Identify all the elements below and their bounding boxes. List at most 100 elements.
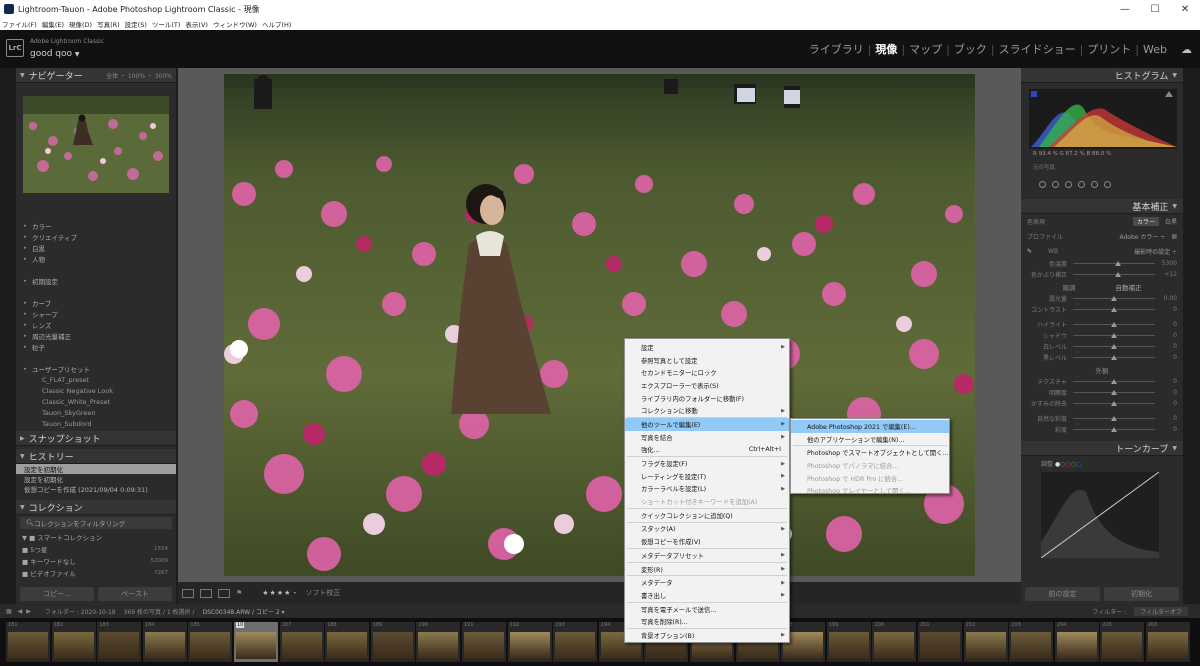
filmstrip-thumbnail[interactable]: 181 — [6, 622, 50, 662]
slider-thumb[interactable] — [1115, 272, 1122, 277]
slider-thumb[interactable] — [1111, 416, 1117, 421]
filmstrip-thumbnail[interactable]: 189 — [370, 622, 415, 662]
user-name[interactable]: good qoo ▼ — [30, 49, 80, 59]
slider-value[interactable]: 0 — [1155, 343, 1177, 350]
filmstrip-thumbnail[interactable]: 10 — [234, 622, 278, 662]
rating-stars[interactable]: ★★★★・ — [262, 588, 299, 598]
soft-proof-toggle[interactable]: ソフト校正 — [305, 588, 340, 598]
submenu-item[interactable]: 他のアプリケーションで編集(N)... — [791, 433, 949, 446]
slider-row[interactable]: 自然な彩度 0 — [1021, 413, 1183, 424]
slider-value[interactable]: 0 — [1155, 354, 1177, 361]
snapshots-header[interactable]: ▶ スナップショット — [16, 431, 176, 446]
slider-value[interactable]: 0 — [1155, 415, 1177, 422]
context-menu-item[interactable]: 設定 ▶ — [625, 341, 789, 354]
context-menu-item[interactable]: クイックコレクションに追加(Q) — [625, 509, 789, 522]
context-menu-item[interactable]: 参照写真として設定 — [625, 354, 789, 367]
collection-item[interactable]: ■ 5つ星 1554 — [16, 543, 176, 555]
filmstrip-thumbnail[interactable]: 182 — [51, 622, 96, 662]
navigator-header[interactable]: ▼ ナビゲーター 全体 ・ 100% ・ 300% — [16, 68, 176, 83]
basic-header[interactable]: 基本補正 ▼ — [1021, 199, 1183, 214]
slider-track[interactable] — [1073, 307, 1155, 312]
menu-3[interactable]: 写真(R) — [97, 19, 120, 29]
treatment-bw-button[interactable]: 白黒 — [1165, 217, 1177, 226]
preset-item[interactable]: ▸ シャープ — [16, 308, 176, 319]
histogram[interactable] — [1029, 89, 1177, 149]
profile-select[interactable]: Adobe カラー ÷ — [1120, 232, 1166, 241]
preset-item[interactable]: ▸ 周辺光量補正 — [16, 330, 176, 341]
before-after-split-icon[interactable] — [218, 588, 230, 598]
expand-arrow-icon[interactable]: ▸ — [24, 333, 32, 339]
collection-filter[interactable]: 🔍︎ コレクションをフィルタリング — [20, 517, 172, 529]
slider-row[interactable]: 明瞭度 0 — [1021, 387, 1183, 398]
filmstrip-thumbnail[interactable]: 193 — [553, 622, 598, 662]
expand-arrow-icon[interactable]: ▸ — [24, 366, 32, 372]
back-icon[interactable]: ◀ — [18, 608, 23, 615]
menu-8[interactable]: ヘルプ(H) — [262, 19, 291, 29]
context-menu-item[interactable]: カラーラベルを設定(L) ▶ — [625, 483, 789, 496]
slider-value[interactable]: 0 — [1155, 426, 1177, 433]
left-panel-edge[interactable] — [0, 68, 16, 604]
menu-5[interactable]: ツール(T) — [152, 19, 181, 29]
slider-row[interactable]: 色かぶり補正 +12 — [1021, 269, 1183, 280]
preset-item[interactable]: Tauon_Subdord — [16, 418, 176, 429]
adjustment-brush-icon[interactable] — [1104, 181, 1111, 188]
slider-track[interactable] — [1073, 296, 1155, 301]
filmstrip-thumbnail[interactable]: 206 — [1146, 622, 1190, 662]
module-1[interactable]: 現像 — [871, 41, 901, 57]
context-menu-item[interactable]: スタック(A) ▶ — [625, 523, 789, 536]
collection-item[interactable]: ■ ビデオファイル 7267 — [16, 567, 176, 579]
preset-item[interactable]: ▸ カラー — [16, 220, 176, 231]
slider-row[interactable]: コントラスト 0 — [1021, 304, 1183, 315]
filmstrip-source[interactable]: フォルダー : 2020-10-18 — [45, 607, 116, 616]
red-eye-icon[interactable] — [1065, 181, 1072, 188]
image-canvas[interactable] — [178, 68, 1021, 582]
filmstrip-thumbnail[interactable]: 204 — [1054, 622, 1099, 662]
module-2[interactable]: マップ — [905, 41, 946, 57]
submenu-item[interactable]: Photoshop でスマートオブジェクトとして開く... — [791, 446, 949, 459]
slider-value[interactable]: 0.00 — [1155, 295, 1177, 302]
module-3[interactable]: ブック — [950, 41, 991, 57]
context-menu-item[interactable]: メタデータ ▶ — [625, 576, 789, 589]
slider-row[interactable]: 露光量 0.00 — [1021, 293, 1183, 304]
copy-button[interactable]: コピー... — [20, 587, 94, 601]
module-0[interactable]: ライブラリ — [805, 41, 868, 57]
context-menu-item[interactable]: 仮想コピーを作成(V) — [625, 535, 789, 548]
forward-icon[interactable]: ▶ — [26, 608, 31, 615]
filmstrip-file[interactable]: DSC00348.ARW / コピー 2 ▾ — [203, 607, 285, 616]
slider-track[interactable] — [1073, 379, 1155, 384]
expand-arrow-icon[interactable]: ▸ — [24, 311, 32, 317]
slider-track[interactable] — [1073, 401, 1155, 406]
preset-item[interactable]: ▸ レンズ — [16, 319, 176, 330]
slider-track[interactable] — [1073, 261, 1155, 266]
expand-arrow-icon[interactable]: ▸ — [24, 278, 32, 284]
preset-item[interactable]: ▸ 粒子 — [16, 341, 176, 352]
spot-removal-icon[interactable] — [1052, 181, 1059, 188]
slider-row[interactable]: 黒レベル 0 — [1021, 352, 1183, 363]
filmstrip-thumbnail[interactable]: 185 — [188, 622, 233, 662]
context-menu-item[interactable]: 背景オプション(B) ▶ — [625, 629, 789, 642]
slider-thumb[interactable] — [1111, 307, 1117, 312]
expand-arrow-icon[interactable]: ▸ — [24, 256, 32, 262]
module-6[interactable]: Web — [1139, 43, 1171, 56]
collections-header[interactable]: ▼ コレクション — [16, 500, 176, 515]
preset-item[interactable]: Classic_White_Preset — [16, 396, 176, 407]
histogram-header[interactable]: ヒストグラム ▼ — [1021, 68, 1183, 83]
module-4[interactable]: スライドショー — [995, 41, 1080, 57]
preset-item[interactable]: ▸ クリエイティブ — [16, 231, 176, 242]
slider-value[interactable]: 0 — [1155, 400, 1177, 407]
close-button[interactable]: ✕ — [1170, 4, 1200, 15]
slider-value[interactable]: 0 — [1155, 378, 1177, 385]
main-photo[interactable] — [224, 74, 975, 576]
menu-7[interactable]: ウィンドウ(W) — [213, 19, 257, 29]
slider-thumb[interactable] — [1115, 261, 1122, 266]
preset-item[interactable]: ▸ 白黒 — [16, 242, 176, 253]
slider-row[interactable]: 彩度 0 — [1021, 424, 1183, 435]
slider-thumb[interactable] — [1111, 322, 1117, 327]
navigator-preview[interactable] — [23, 96, 169, 193]
slider-track[interactable] — [1073, 344, 1155, 349]
context-menu-item[interactable]: 写真を電子メールで送信... — [625, 603, 789, 616]
auto-tone-button[interactable]: 自動補正 — [1116, 282, 1142, 292]
minimize-button[interactable]: — — [1110, 4, 1140, 15]
preset-item[interactable]: ▸ ユーザープリセット — [16, 363, 176, 374]
expand-arrow-icon[interactable]: ▸ — [24, 223, 32, 229]
